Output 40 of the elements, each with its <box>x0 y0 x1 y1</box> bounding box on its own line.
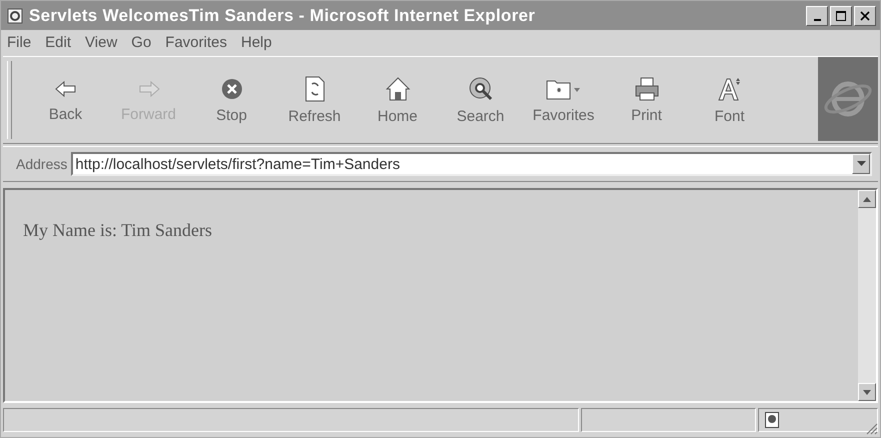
caret-icon <box>856 161 866 167</box>
menu-item[interactable]: View <box>85 34 118 50</box>
address-label: Address <box>16 156 68 172</box>
toolbar-button[interactable]: Print <box>605 57 688 143</box>
menu-item[interactable]: Help <box>240 34 272 50</box>
toolbar-button[interactable]: Search <box>439 57 522 143</box>
menu-item[interactable]: File <box>7 34 32 50</box>
app-icon <box>7 8 23 24</box>
address-field[interactable]: http://localhost/servlets/first?name=Tim+Sanders <box>71 152 872 176</box>
font-size-icon <box>716 76 742 102</box>
menu-item[interactable]: Edit <box>45 34 72 50</box>
printer-icon <box>634 76 660 100</box>
menu-item[interactable]: Favorites <box>165 34 227 50</box>
logo-icon <box>818 57 878 141</box>
toolbar-button[interactable]: Favorites <box>522 57 605 143</box>
window-title: Servlets WelcomesTim Sanders - Microsoft Internet Explorer <box>29 6 536 26</box>
minimize-button[interactable] <box>806 6 828 26</box>
toolbar-button[interactable]: Refresh <box>273 57 356 143</box>
scrollbar[interactable] <box>858 190 876 401</box>
toolbar-button[interactable]: Stop <box>190 57 273 143</box>
close-button[interactable] <box>854 6 876 26</box>
maximize-icon <box>836 10 846 20</box>
dropdown-button[interactable] <box>852 154 870 174</box>
close-icon <box>860 10 870 20</box>
down-arrow-icon <box>863 390 871 394</box>
refresh-icon <box>304 76 326 102</box>
resize-grip-icon <box>864 421 878 435</box>
page-text: My Name is: Tim Sanders <box>23 220 212 240</box>
house-icon <box>384 76 410 102</box>
scroll-up-button[interactable] <box>858 190 876 208</box>
scroll-down-button[interactable] <box>858 383 876 401</box>
minimize-icon <box>814 18 820 20</box>
toolbar-button[interactable]: Home <box>356 57 439 143</box>
zone-icon <box>765 412 779 428</box>
search-icon <box>468 76 494 102</box>
toolbar-button[interactable]: Back <box>24 57 107 143</box>
maximize-button[interactable] <box>830 6 852 26</box>
toolbar-button[interactable]: Font <box>688 57 771 143</box>
up-arrow-icon <box>863 196 871 202</box>
menu-item[interactable]: Go <box>131 34 152 50</box>
